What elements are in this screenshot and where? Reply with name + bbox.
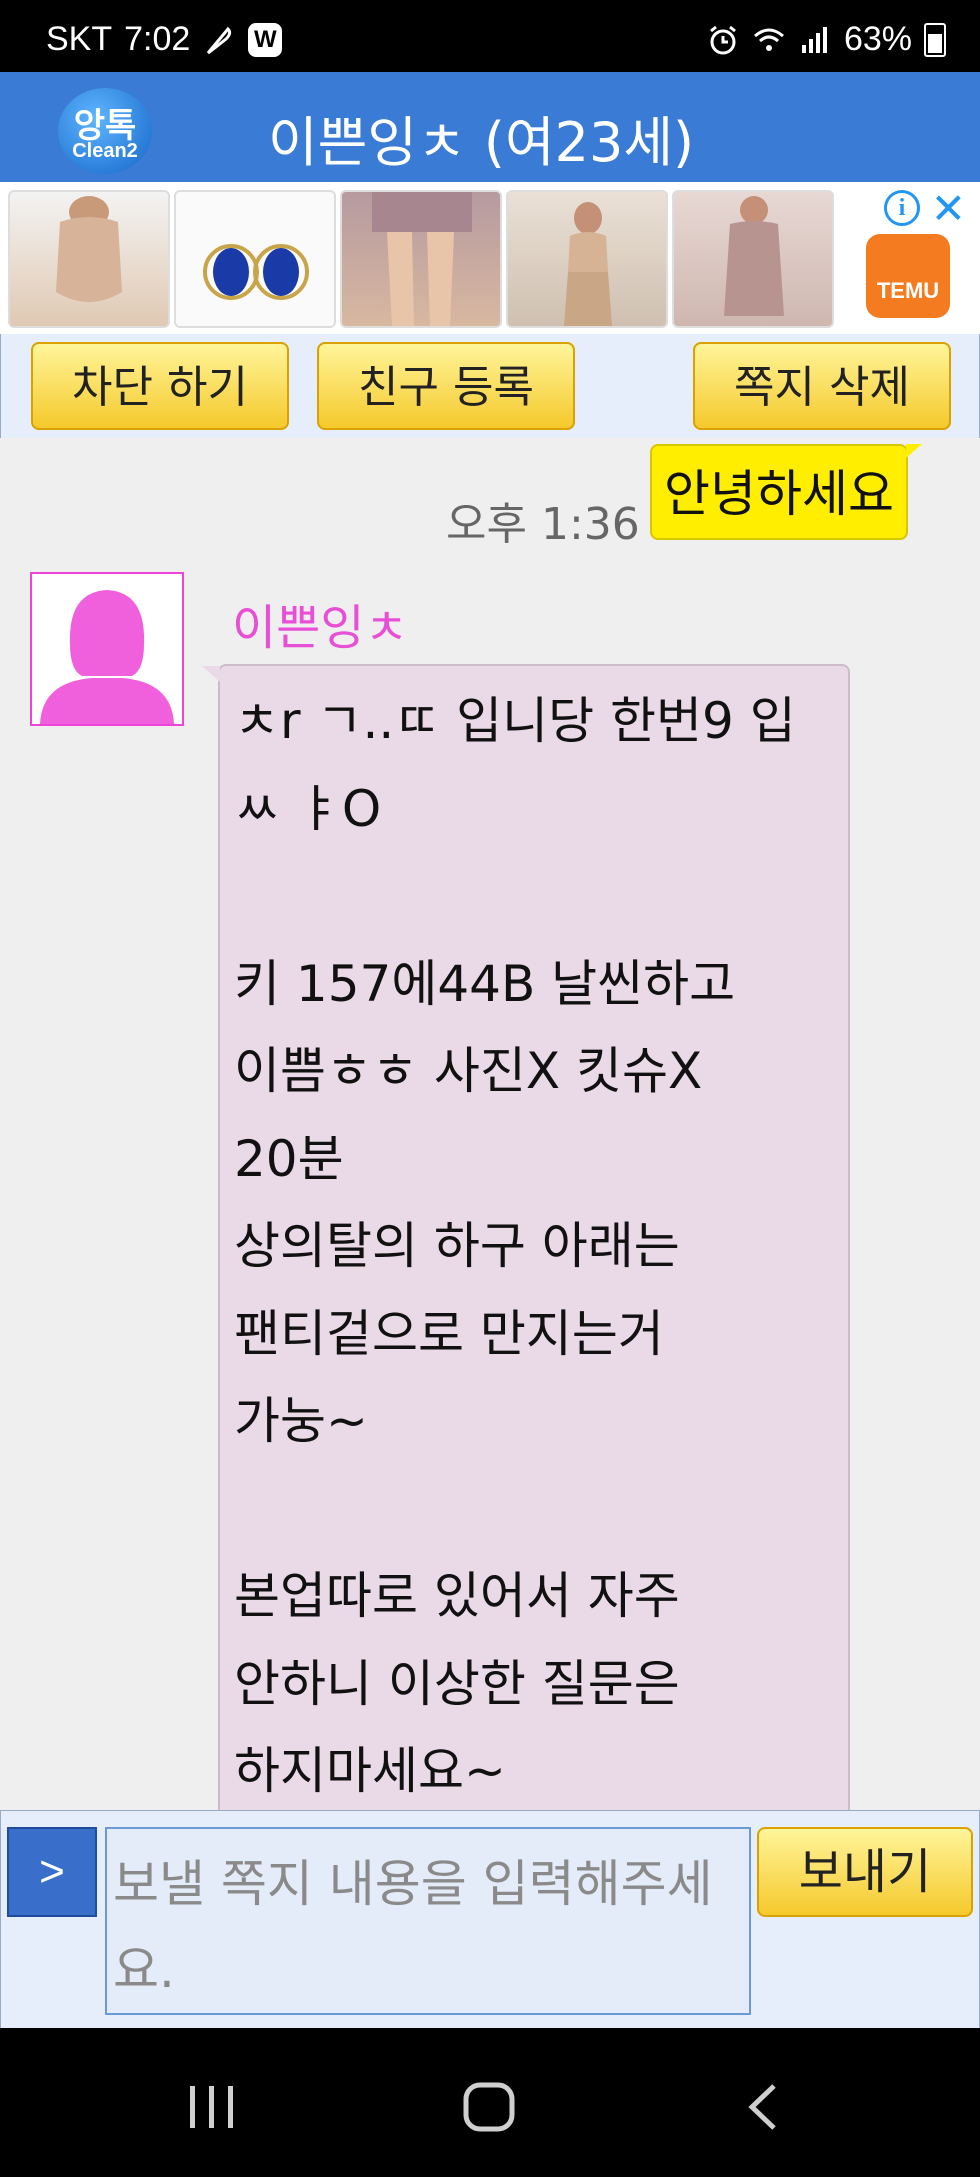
ad-product-image[interactable] [672, 190, 834, 328]
ad-product-image[interactable] [8, 190, 170, 328]
earrings-image [203, 244, 309, 300]
shapewear-image [56, 196, 122, 302]
logo-subtext: Clean2 [72, 140, 138, 162]
wifi-icon [753, 28, 784, 51]
battery-percent: 63% [843, 20, 912, 58]
clock: 7:02 [124, 20, 191, 58]
status-bar: SKT 7:02 W 63% [0, 0, 980, 72]
tank-top-image [724, 196, 784, 316]
ad-product-image[interactable] [506, 190, 668, 328]
app-logo[interactable]: 앙톡 Clean2 [58, 88, 152, 174]
ad-banner[interactable]: i ✕ TEMU [0, 182, 980, 334]
recent-apps-icon[interactable] [186, 2082, 238, 2132]
app-header: 앙톡 Clean2 이쁜잉ㅊ (여23세) [0, 72, 980, 182]
info-icon[interactable]: i [884, 190, 920, 226]
delete-message-button[interactable]: 쪽지 삭제 [693, 342, 951, 430]
back-icon[interactable] [744, 2082, 784, 2132]
send-button[interactable]: 보내기 [757, 1827, 973, 1917]
received-message-bubble: ㅊr ㄱ..ㄸ 입니당 한번9 입 ㅆ ㅑO 키 157에44B 날씬하고 이쁨… [202, 664, 850, 1810]
temu-logo[interactable]: TEMU [866, 234, 950, 318]
ad-product-image[interactable] [340, 190, 502, 328]
feather-icon [207, 26, 232, 54]
model-image [564, 202, 612, 326]
ad-product-image[interactable] [174, 190, 336, 328]
expand-button[interactable]: > [7, 1827, 97, 1917]
avatar[interactable] [30, 572, 184, 726]
my-message-bubble: 안녕하세요 [650, 444, 922, 540]
carrier-label: SKT [46, 20, 113, 58]
chat-area[interactable]: 오후 1:36 안녕하세요 이쁜잉ㅊ ㅊr ㄱ..ㄸ 입니당 한번9 입 ㅆ ㅑ… [0, 438, 980, 1810]
signal-icon [801, 26, 827, 53]
home-icon[interactable] [462, 2082, 516, 2132]
add-friend-button[interactable]: 친구 등록 [317, 342, 575, 430]
w-app-icon: W [248, 22, 283, 57]
message-time: 오후 1:36 [446, 499, 640, 550]
sender-name: 이쁜잉ㅊ [232, 600, 409, 656]
female-silhouette-icon [40, 590, 174, 724]
close-icon[interactable]: ✕ [931, 184, 966, 233]
page-title: 이쁜잉ㅊ (여23세) [268, 111, 695, 174]
system-nav-bar [0, 2028, 980, 2177]
stockings-image [372, 192, 472, 326]
received-message-text: ㅊr ㄱ..ㄸ 입니당 한번9 입 ㅆ ㅑO 키 157에44B 날씬하고 이쁨… [234, 692, 796, 1800]
battery-icon [924, 22, 946, 57]
composer-bar: > 보내기 [0, 1810, 980, 2030]
alarm-icon [710, 25, 736, 54]
action-bar: 차단 하기 친구 등록 쪽지 삭제 [0, 334, 980, 439]
message-input[interactable] [105, 1827, 751, 2015]
block-button[interactable]: 차단 하기 [31, 342, 289, 430]
